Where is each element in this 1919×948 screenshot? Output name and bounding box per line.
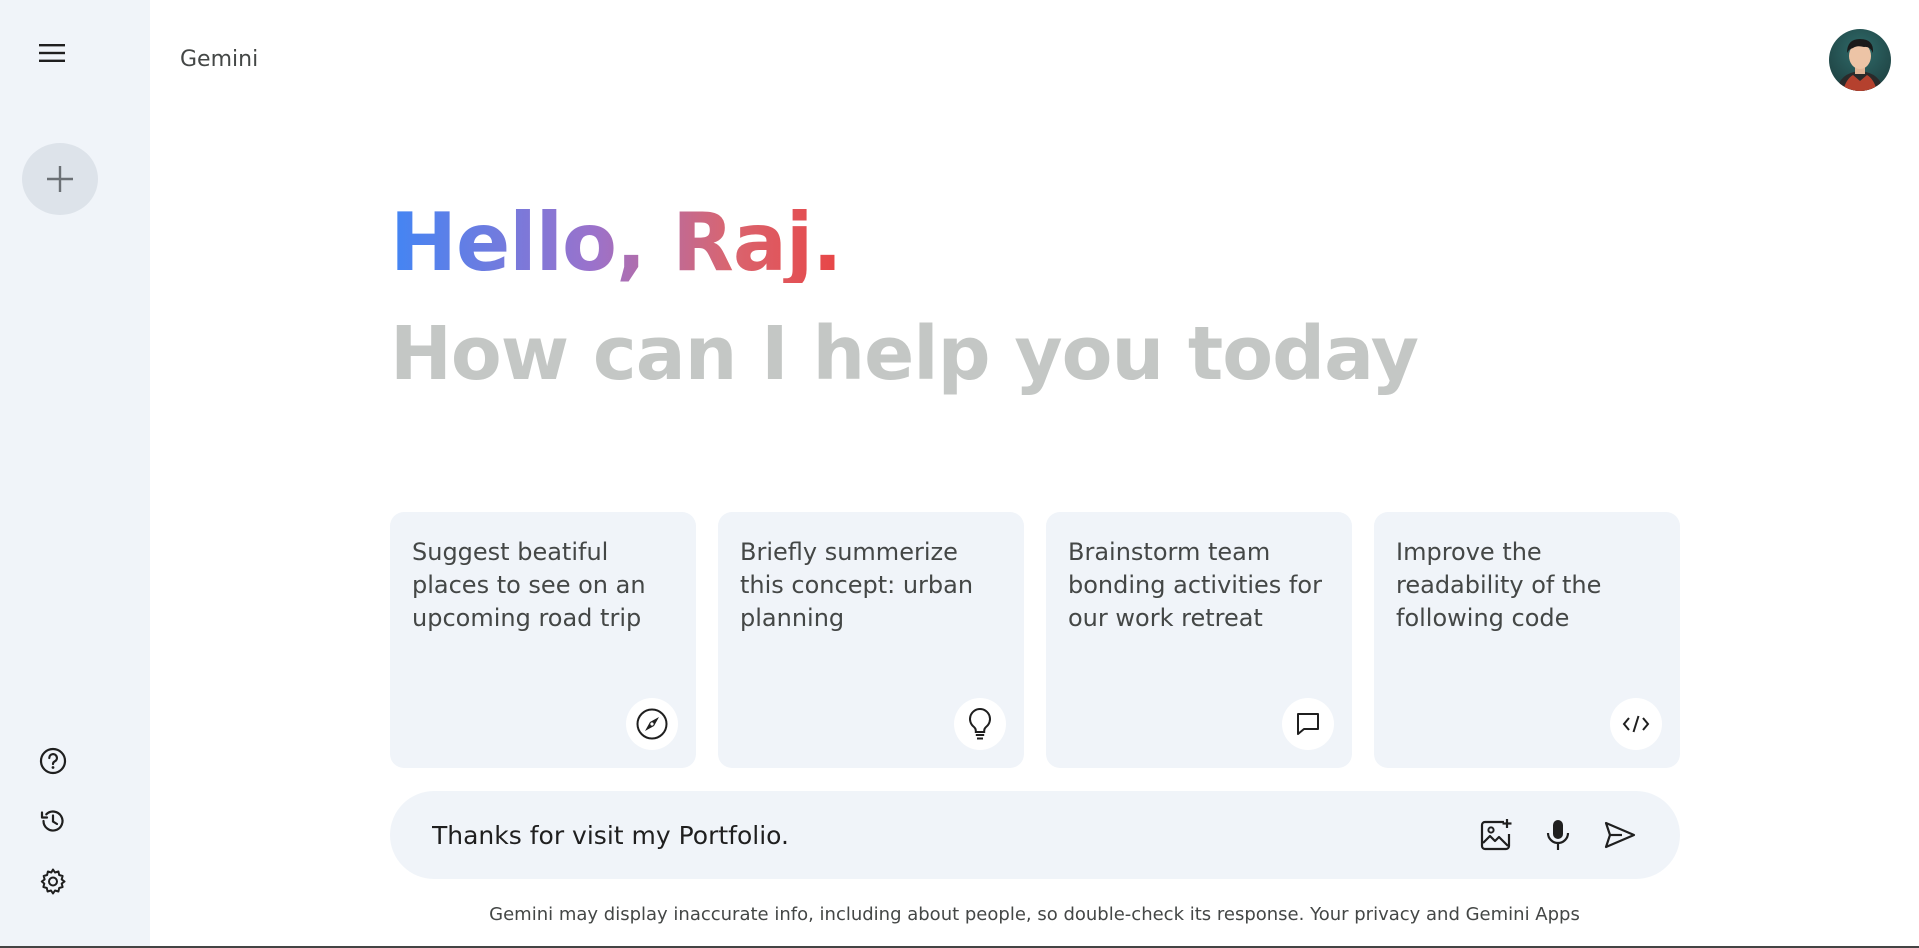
- card-text: Suggest beatiful places to see on an upc…: [412, 538, 646, 632]
- upload-image-icon[interactable]: [1476, 815, 1516, 855]
- chat-bubble-icon: [1282, 698, 1334, 750]
- card-text: Briefly summerize this concept: urban pl…: [740, 538, 974, 632]
- settings-gear-icon[interactable]: [36, 864, 70, 898]
- disclaimer: Gemini may display inaccurate info, incl…: [0, 904, 1919, 925]
- greeting-hello: Hello, Raj.: [390, 196, 843, 289]
- prompt-input[interactable]: [432, 820, 1476, 850]
- card-text: Improve the readability of the following…: [1396, 538, 1602, 632]
- card-text: Brainstorm team bonding activities for o…: [1068, 538, 1322, 632]
- app-title: Gemini: [180, 47, 259, 72]
- code-icon: [1610, 698, 1662, 750]
- new-chat-button[interactable]: [22, 143, 98, 215]
- send-icon[interactable]: [1600, 815, 1640, 855]
- microphone-icon[interactable]: [1538, 815, 1578, 855]
- suggestion-card-road-trip[interactable]: Suggest beatiful places to see on an upc…: [390, 512, 696, 768]
- compass-icon: [626, 698, 678, 750]
- greeting-subtitle: How can I help you today: [390, 311, 1419, 397]
- suggestion-cards: Suggest beatiful places to see on an upc…: [390, 512, 1680, 768]
- suggestion-card-code-readability[interactable]: Improve the readability of the following…: [1374, 512, 1680, 768]
- help-icon[interactable]: [36, 744, 70, 778]
- lightbulb-icon: [954, 698, 1006, 750]
- plus-icon: [47, 166, 73, 192]
- suggestion-card-urban-planning[interactable]: Briefly summerize this concept: urban pl…: [718, 512, 1024, 768]
- prompt-actions: [1476, 815, 1640, 855]
- history-icon[interactable]: [36, 804, 70, 838]
- disclaimer-text: Gemini may display inaccurate info, incl…: [489, 904, 1305, 925]
- menu-icon[interactable]: [36, 37, 68, 69]
- suggestion-card-team-bonding[interactable]: Brainstorm team bonding activities for o…: [1046, 512, 1352, 768]
- sidebar: [0, 0, 150, 946]
- privacy-link[interactable]: Your privacy and Gemini Apps: [1310, 904, 1580, 925]
- prompt-bar: [390, 791, 1680, 879]
- user-avatar[interactable]: [1829, 29, 1891, 91]
